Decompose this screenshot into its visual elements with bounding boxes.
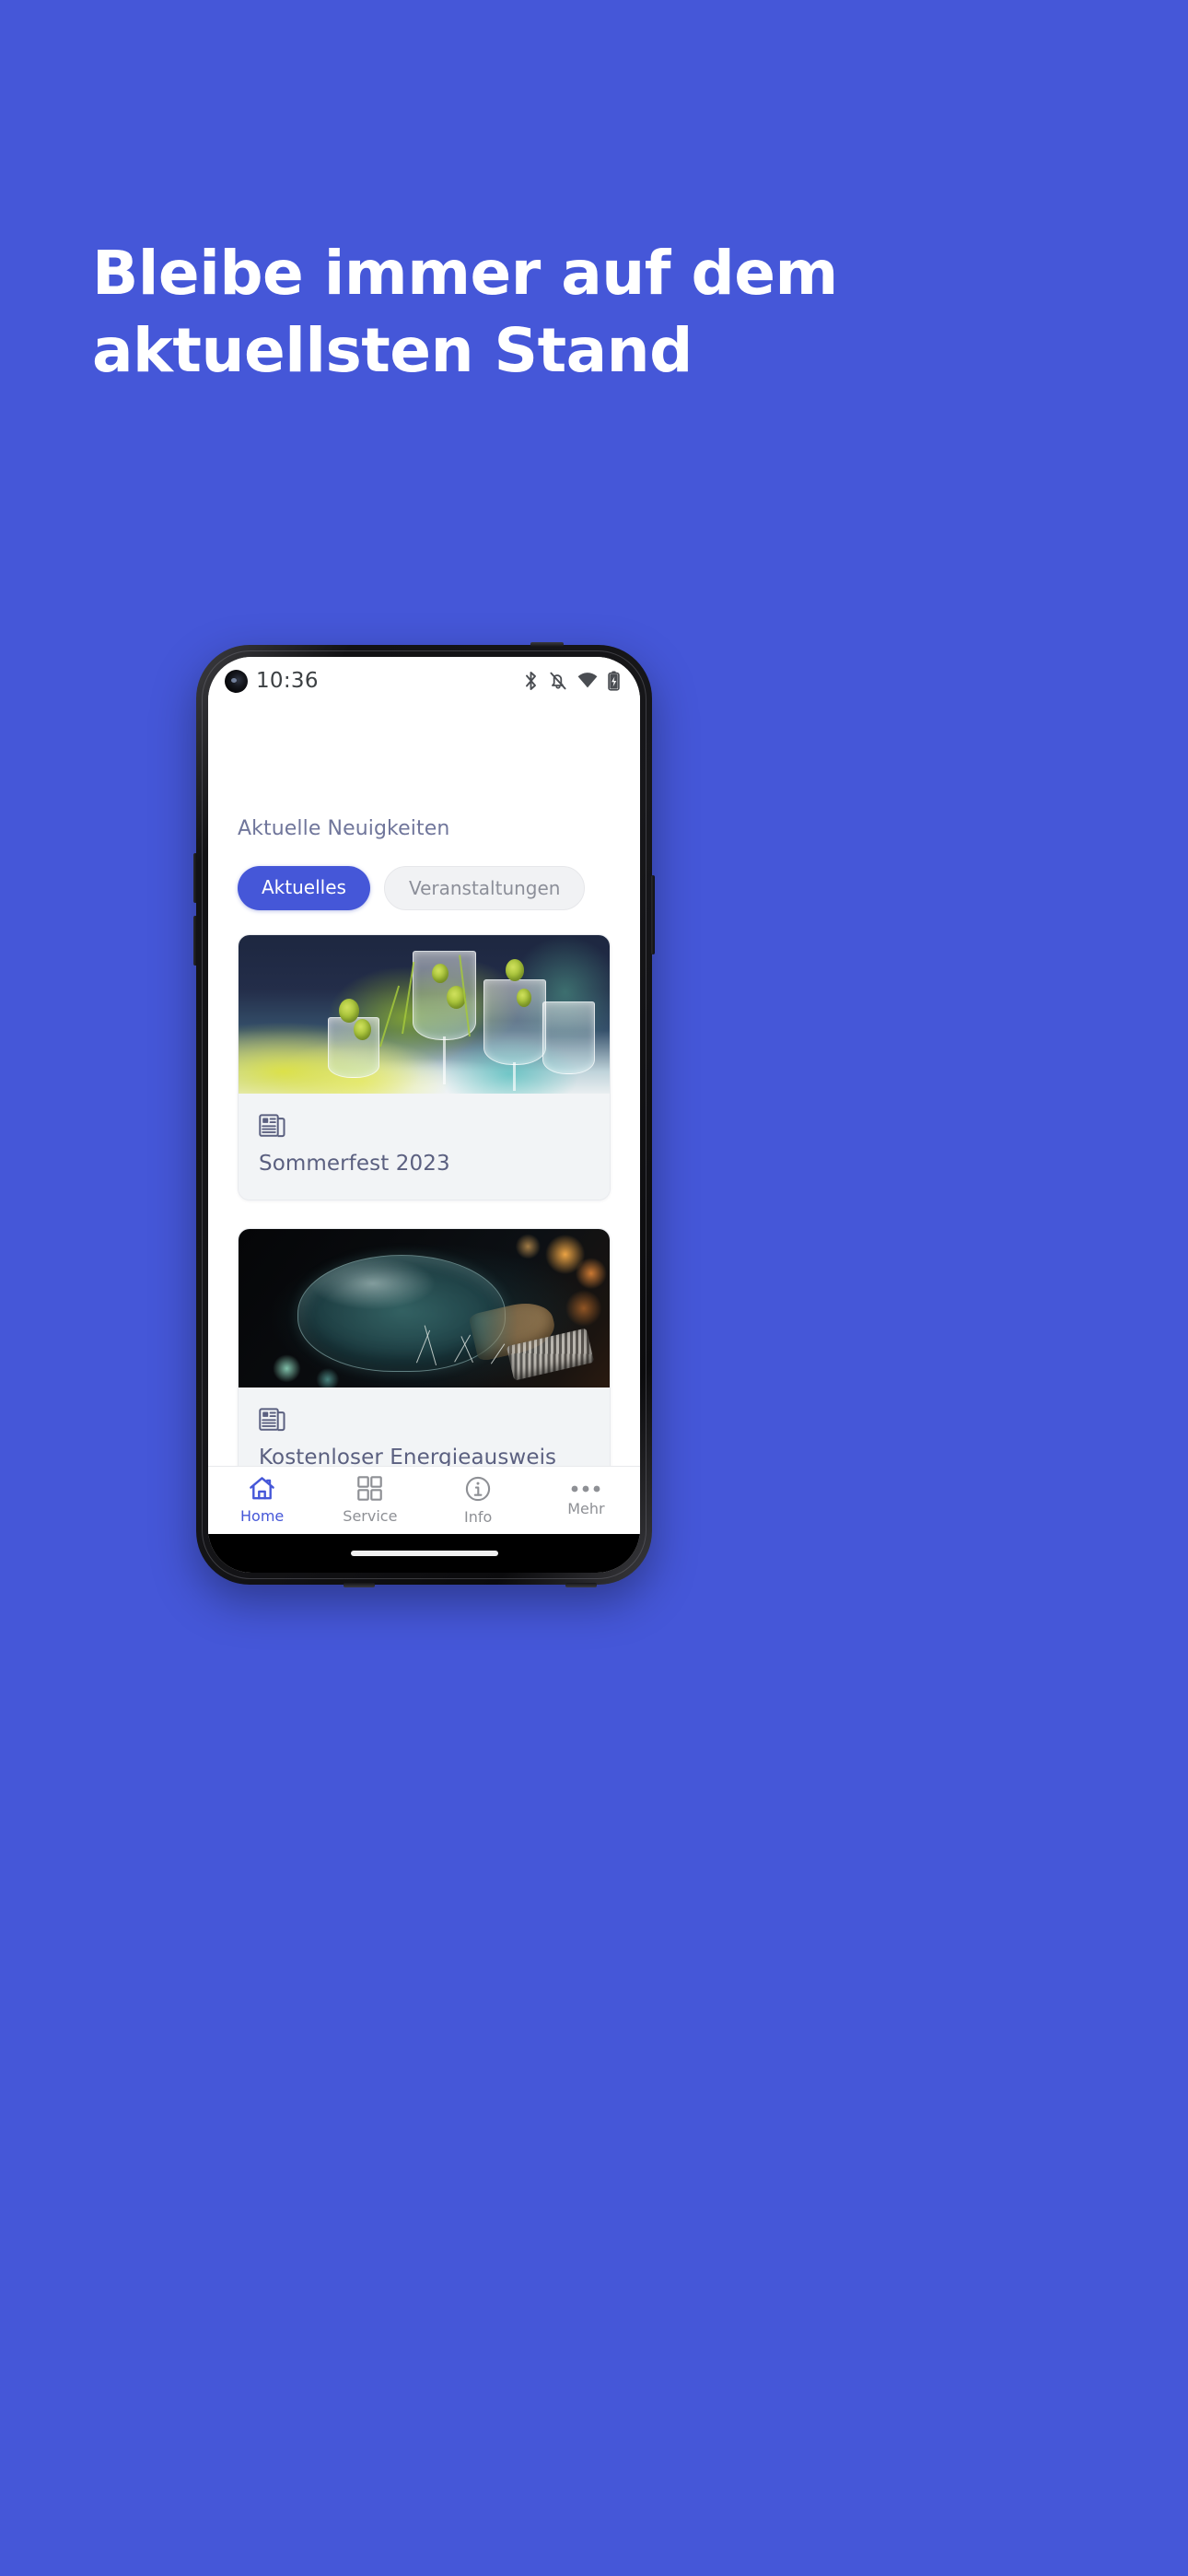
filter-tabs: Aktuelles Veranstaltungen (208, 840, 640, 910)
headline-line-2: aktuellsten Stand (92, 315, 693, 387)
antenna-band-bottom-left (344, 1583, 375, 1587)
news-card-title: Sommerfest 2023 (259, 1152, 450, 1176)
notifications-muted-icon (549, 671, 567, 691)
status-bar-icons (523, 671, 620, 691)
status-bar-time: 10:36 (256, 669, 319, 693)
newspaper-icon (259, 1406, 589, 1436)
tab-veranstaltungen[interactable]: Veranstaltungen (383, 866, 586, 910)
bulb-globe (297, 1254, 507, 1372)
gesture-home-bar[interactable] (350, 1551, 498, 1556)
nav-label-home: Home (240, 1507, 285, 1525)
headline-line-1: Bleibe immer auf dem (92, 238, 838, 309)
status-bar: 10:36 (208, 657, 640, 705)
home-icon (249, 1476, 275, 1501)
news-card-image (239, 935, 610, 1094)
antenna-band-top (530, 642, 564, 647)
front-camera-punch-hole (225, 669, 248, 693)
wifi-icon (577, 673, 598, 689)
ellipsis-icon (571, 1484, 600, 1493)
news-card[interactable]: Kostenloser Energieausweis (238, 1228, 611, 1466)
newspaper-icon (259, 1112, 589, 1142)
nav-item-home[interactable]: Home (208, 1467, 316, 1534)
nav-item-info[interactable]: Info (425, 1467, 532, 1534)
grid-icon (357, 1476, 383, 1501)
nav-label-info: Info (463, 1507, 493, 1526)
tab-aktuelles[interactable]: Aktuelles (238, 866, 370, 910)
news-card-list: Sommerfest 2023 Kostenloser Energieauswe… (208, 910, 640, 1466)
bluetooth-icon (523, 671, 539, 691)
nav-item-mehr[interactable]: Mehr (532, 1467, 640, 1534)
news-card[interactable]: Sommerfest 2023 (238, 934, 611, 1200)
gesture-navigation-area (208, 1534, 640, 1573)
news-card-image (239, 1229, 610, 1388)
battery-charging-icon (608, 671, 620, 691)
antenna-band-bottom-right (565, 1583, 597, 1587)
nav-label-service: Service (343, 1507, 398, 1525)
table-setting-photo (239, 935, 610, 1094)
light-bulb-photo (239, 1229, 610, 1388)
news-card-footer: Kostenloser Energieausweis (239, 1388, 610, 1466)
page-title: Aktuelle Neuigkeiten (238, 817, 450, 840)
page-headline: Bleibe immer auf dem aktuellsten Stand (92, 235, 921, 391)
phone-screen: 10:36 Aktuelle Neuigkeiten Aktuelles Ver… (208, 657, 640, 1573)
info-icon (465, 1476, 491, 1502)
bottom-navigation: Home Service Info Mehr (208, 1466, 640, 1534)
volume-down-button[interactable] (193, 916, 197, 966)
news-card-footer: Sommerfest 2023 (239, 1094, 610, 1200)
phone-mockup: 10:36 Aktuelle Neuigkeiten Aktuelles Ver… (193, 642, 655, 1587)
nav-item-service[interactable]: Service (316, 1467, 424, 1534)
volume-up-button[interactable] (193, 853, 197, 903)
power-button[interactable] (651, 875, 655, 954)
news-card-title: Kostenloser Energieausweis (259, 1446, 557, 1466)
app-content: Aktuelle Neuigkeiten Aktuelles Veranstal… (208, 705, 640, 1466)
nav-label-mehr: Mehr (567, 1499, 605, 1517)
